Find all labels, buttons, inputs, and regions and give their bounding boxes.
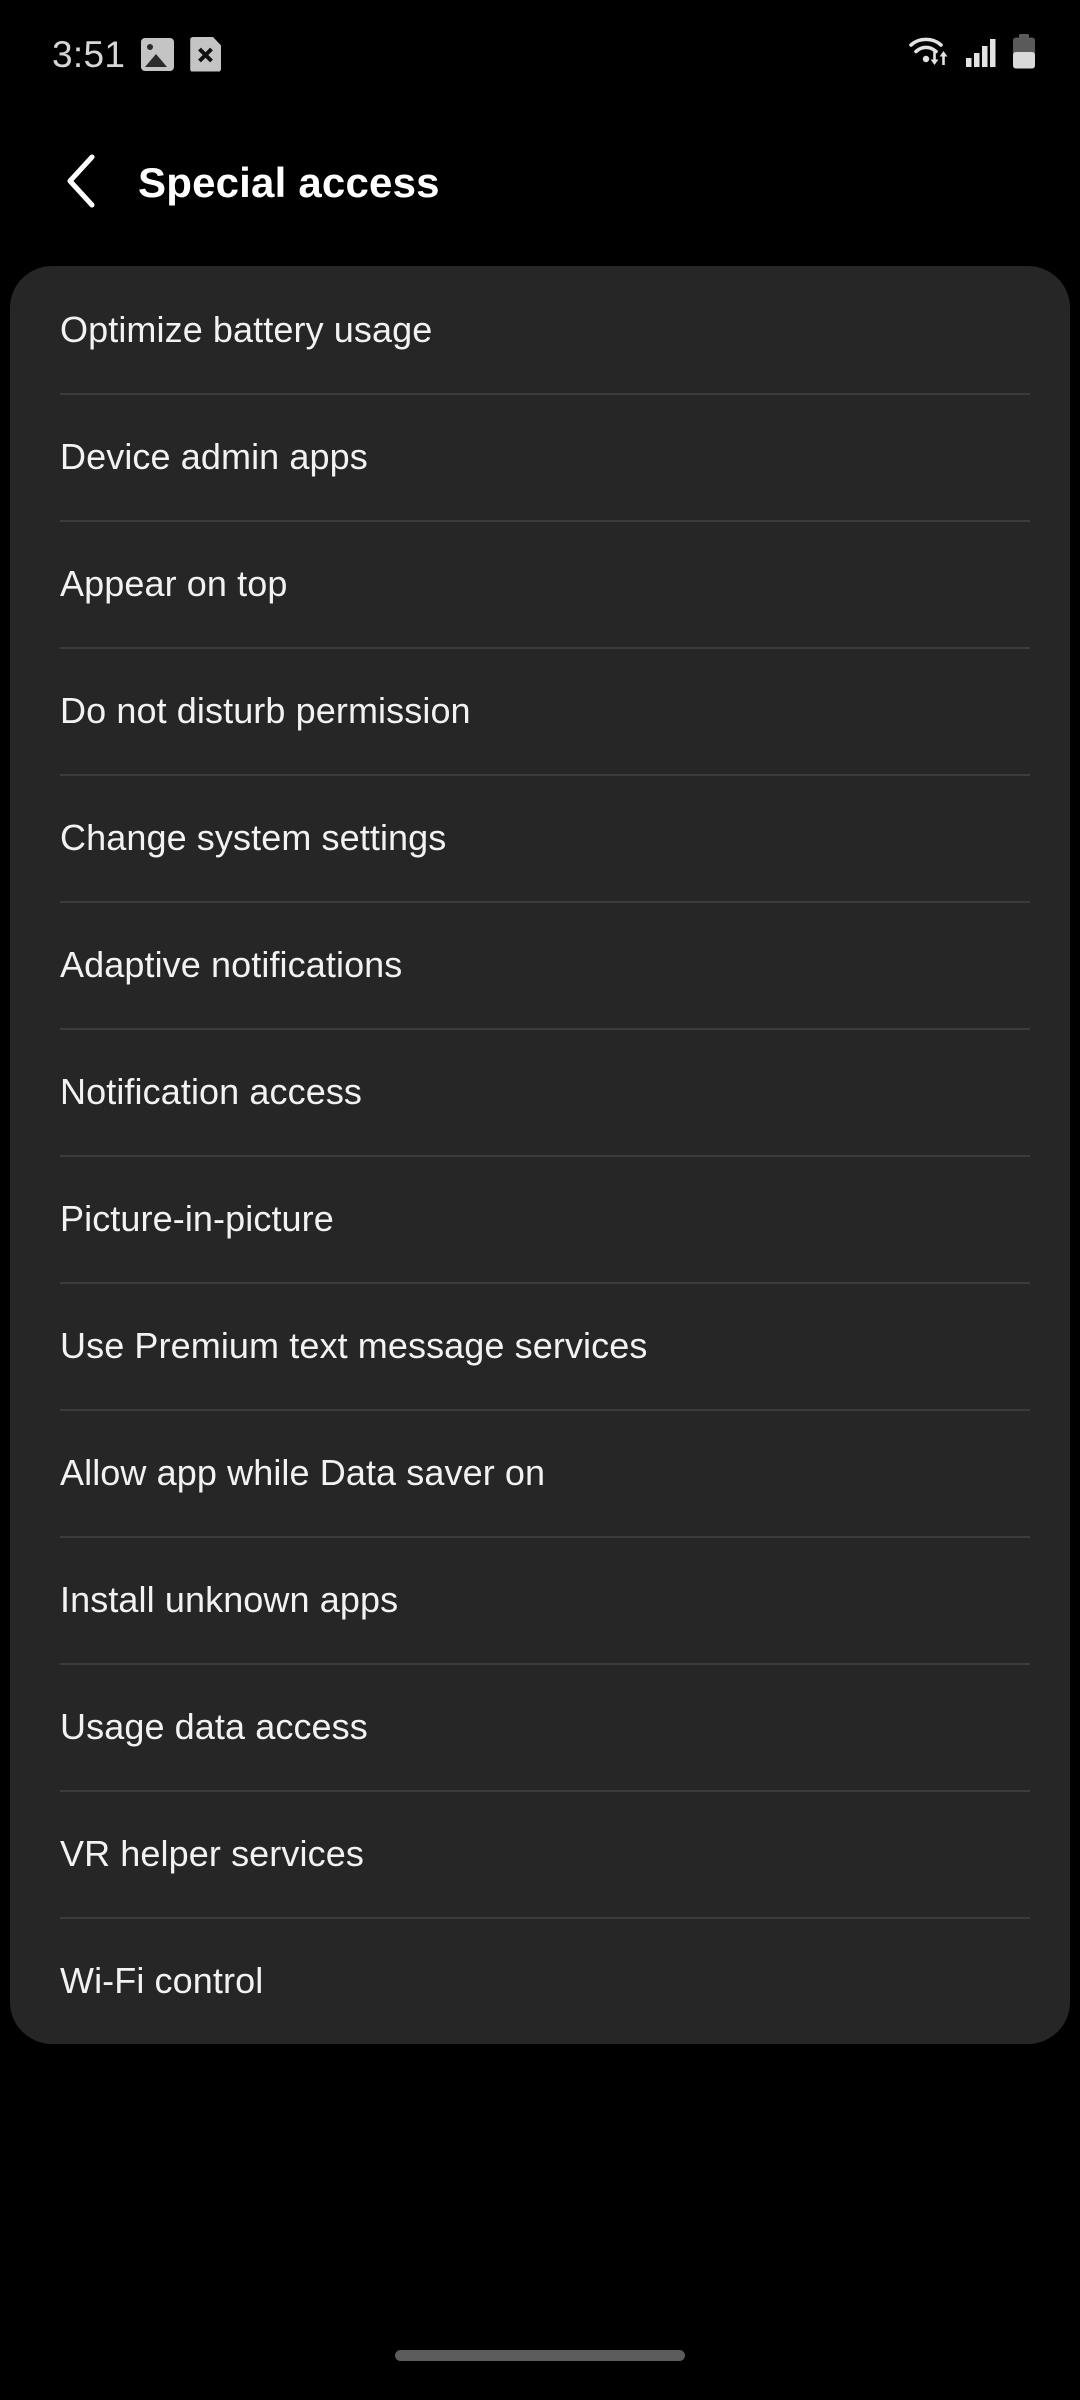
cellular-signal-icon [965, 35, 999, 74]
list-item-label: Change system settings [60, 816, 447, 858]
list-item-install-unknown-apps[interactable]: Install unknown apps [10, 1536, 1070, 1663]
list-item-label: VR helper services [60, 1832, 364, 1874]
list-item-change-system-settings[interactable]: Change system settings [10, 774, 1070, 901]
list-item-label: Optimize battery usage [60, 308, 433, 350]
wifi-icon [908, 34, 952, 75]
list-item-label: Appear on top [60, 562, 288, 604]
status-bar-right [908, 33, 1036, 75]
list-item-label: Usage data access [60, 1705, 368, 1747]
list-item-label: Do not disturb permission [60, 689, 471, 731]
list-item-label: Adaptive notifications [60, 943, 403, 985]
image-icon [141, 37, 175, 71]
list-item-do-not-disturb-permission[interactable]: Do not disturb permission [10, 647, 1070, 774]
list-item-optimize-battery-usage[interactable]: Optimize battery usage [10, 266, 1070, 393]
list-item-appear-on-top[interactable]: Appear on top [10, 520, 1070, 647]
list-item-device-admin-apps[interactable]: Device admin apps [10, 393, 1070, 520]
gesture-handle[interactable] [395, 2349, 685, 2361]
status-bar-left: 3:51 [52, 33, 222, 75]
list-item-notification-access[interactable]: Notification access [10, 1028, 1070, 1155]
list-item-wifi-control[interactable]: Wi-Fi control [10, 1917, 1070, 2044]
list-item-use-premium-text-message-services[interactable]: Use Premium text message services [10, 1282, 1070, 1409]
page-title: Special access [138, 159, 440, 206]
status-clock: 3:51 [52, 33, 126, 75]
special-access-list: Optimize battery usage Device admin apps… [10, 266, 1070, 2044]
list-item-picture-in-picture[interactable]: Picture-in-picture [10, 1155, 1070, 1282]
app-header: Special access [0, 108, 1080, 258]
list-item-vr-helper-services[interactable]: VR helper services [10, 1790, 1070, 1917]
list-item-label: Wi-Fi control [60, 1959, 264, 2001]
status-bar: 3:51 [0, 0, 1080, 108]
list-item-label: Device admin apps [60, 435, 368, 477]
navigation-bar [0, 2310, 1080, 2400]
list-item-label: Use Premium text message services [60, 1324, 648, 1366]
list-item-adaptive-notifications[interactable]: Adaptive notifications [10, 901, 1070, 1028]
list-item-allow-app-while-data-saver-on[interactable]: Allow app while Data saver on [10, 1409, 1070, 1536]
back-chevron-icon [64, 151, 102, 216]
list-item-label: Allow app while Data saver on [60, 1451, 546, 1493]
list-item-usage-data-access[interactable]: Usage data access [10, 1663, 1070, 1790]
battery-icon [1012, 33, 1036, 75]
list-item-label: Install unknown apps [60, 1578, 399, 1620]
file-error-icon [190, 36, 222, 72]
list-item-label: Picture-in-picture [60, 1197, 334, 1239]
list-item-label: Notification access [60, 1070, 363, 1112]
back-button[interactable] [52, 152, 114, 214]
